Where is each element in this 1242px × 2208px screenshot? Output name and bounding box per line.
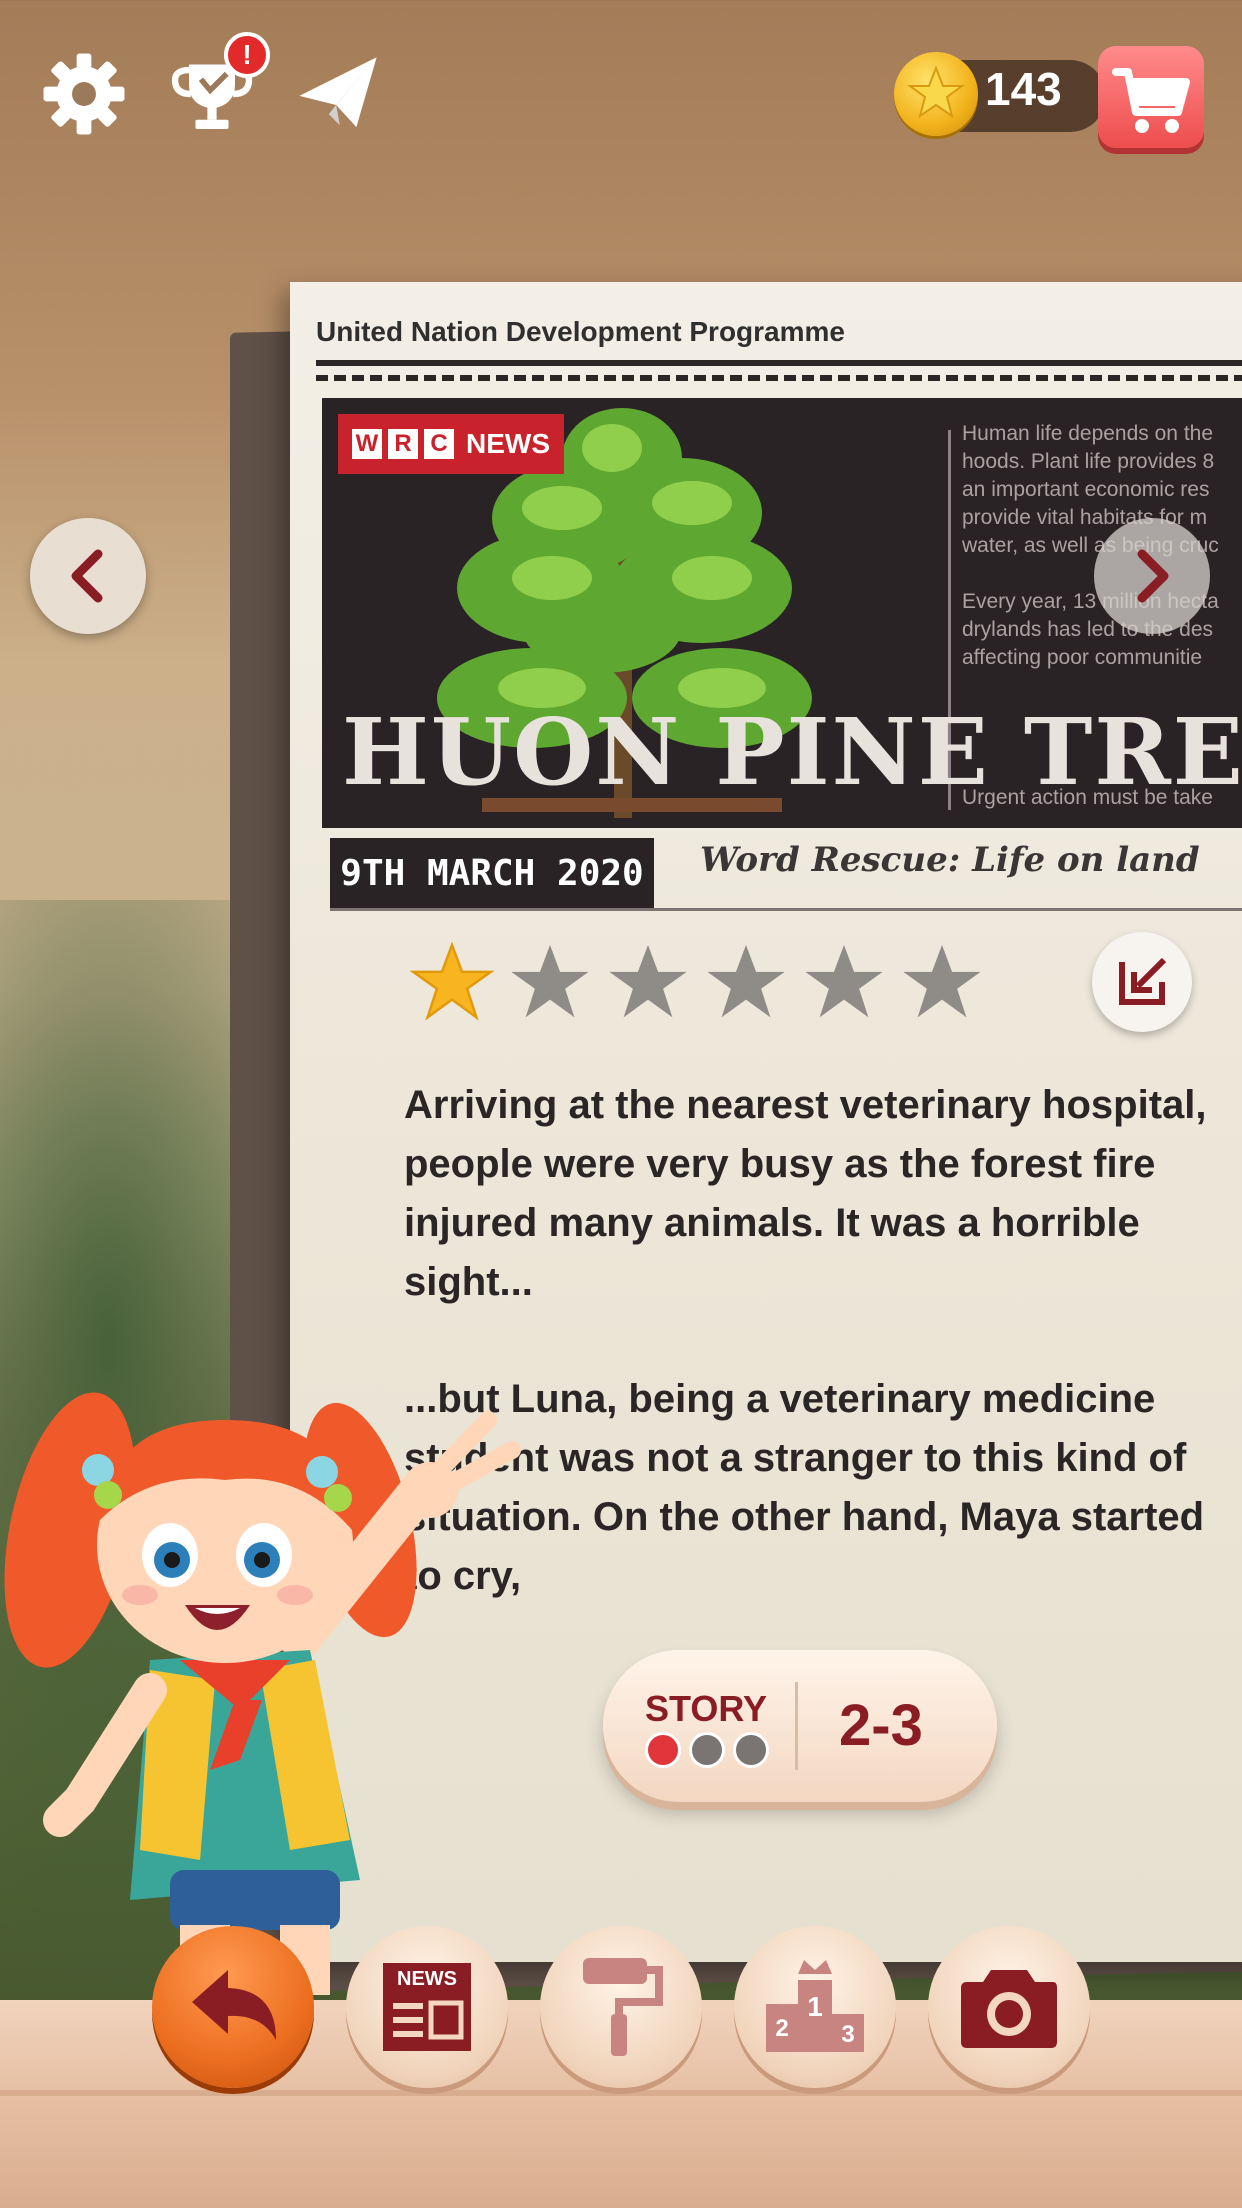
star-icon bbox=[410, 941, 494, 1021]
podium-icon: 1 2 3 bbox=[766, 1960, 864, 2052]
chevron-left-icon bbox=[71, 549, 103, 603]
column-line: provide vital habitats for m bbox=[962, 506, 1208, 529]
progress-dot bbox=[645, 1732, 681, 1768]
progress-dot bbox=[689, 1732, 725, 1768]
star-coin-icon bbox=[894, 52, 978, 136]
issue-date: 9TH MARCH 2020 bbox=[330, 838, 654, 910]
previous-page-button[interactable] bbox=[30, 518, 146, 634]
news-button[interactable]: NEWS bbox=[346, 1926, 508, 2088]
level-theme: Word Rescue: Life on land bbox=[700, 840, 1200, 880]
story-label: STORY bbox=[645, 1688, 768, 1729]
column-line: affecting poor communitie bbox=[962, 646, 1203, 669]
news-logo: W R C NEWS bbox=[338, 414, 564, 474]
collapse-arrow-icon bbox=[1119, 957, 1167, 1005]
podium-first: 1 bbox=[807, 1991, 823, 2022]
star-icon bbox=[707, 945, 785, 1018]
achievements-button[interactable]: ! bbox=[166, 32, 270, 140]
logo-letter: W bbox=[352, 429, 382, 459]
floor-edge bbox=[0, 2090, 1242, 2096]
column-line: hoods. Plant life provides 8 bbox=[962, 450, 1215, 473]
settings-button[interactable] bbox=[38, 48, 130, 140]
leaderboard-button[interactable]: 1 2 3 bbox=[734, 1926, 896, 2088]
divider bbox=[330, 908, 1242, 911]
coin-count: 143 bbox=[985, 63, 1062, 115]
camera-icon bbox=[961, 1970, 1057, 2048]
customize-button[interactable] bbox=[540, 1926, 702, 2088]
story-progress-button[interactable]: STORY 2-3 bbox=[603, 1650, 997, 1802]
headline: HUON PINE TREE bbox=[342, 698, 1242, 806]
star-icon bbox=[903, 945, 981, 1018]
paint-roller-icon bbox=[583, 1958, 663, 2056]
collapse-button[interactable] bbox=[1092, 932, 1192, 1032]
star-icon bbox=[805, 945, 883, 1018]
notification-badge: ! bbox=[224, 32, 270, 78]
publisher-name: United Nation Development Programme bbox=[316, 316, 845, 347]
share-button[interactable] bbox=[292, 48, 384, 140]
progress-dot bbox=[733, 1732, 769, 1768]
star-icon bbox=[609, 945, 687, 1018]
back-button[interactable] bbox=[152, 1926, 314, 2088]
pill-divider bbox=[795, 1682, 798, 1770]
column-line: Human life depends on the bbox=[962, 422, 1214, 445]
logo-letter: C bbox=[424, 429, 454, 459]
level-number: 2-3 bbox=[839, 1693, 923, 1758]
star-rating bbox=[410, 940, 984, 1024]
podium-second: 2 bbox=[775, 2015, 788, 2042]
cart-icon bbox=[1112, 68, 1190, 133]
camera-button[interactable] bbox=[928, 1926, 1090, 2088]
column-line: drylands has led to the des bbox=[962, 618, 1213, 641]
progress-dots bbox=[645, 1732, 769, 1768]
girl-character bbox=[4, 1392, 521, 1995]
shop-button[interactable] bbox=[1098, 46, 1204, 148]
news-label: NEWS bbox=[397, 1968, 457, 1990]
story-paragraph: Arriving at the nearest veterinary hospi… bbox=[404, 1083, 1207, 1304]
logo-word: NEWS bbox=[466, 428, 550, 459]
gear-icon bbox=[43, 53, 125, 135]
dashed-divider bbox=[316, 375, 1242, 381]
star-icon bbox=[511, 945, 589, 1018]
logo-letter: R bbox=[388, 429, 418, 459]
next-page-button[interactable] bbox=[1094, 518, 1210, 634]
chevron-right-icon bbox=[1137, 549, 1169, 603]
undo-arrow-icon bbox=[192, 1970, 276, 2040]
paper-plane-icon bbox=[299, 57, 377, 128]
divider bbox=[316, 360, 1242, 366]
column-line: an important economic res bbox=[962, 478, 1210, 501]
headline-block: W R C NEWS Human life depends on the hoo… bbox=[322, 398, 1242, 828]
podium-third: 3 bbox=[841, 2021, 854, 2048]
